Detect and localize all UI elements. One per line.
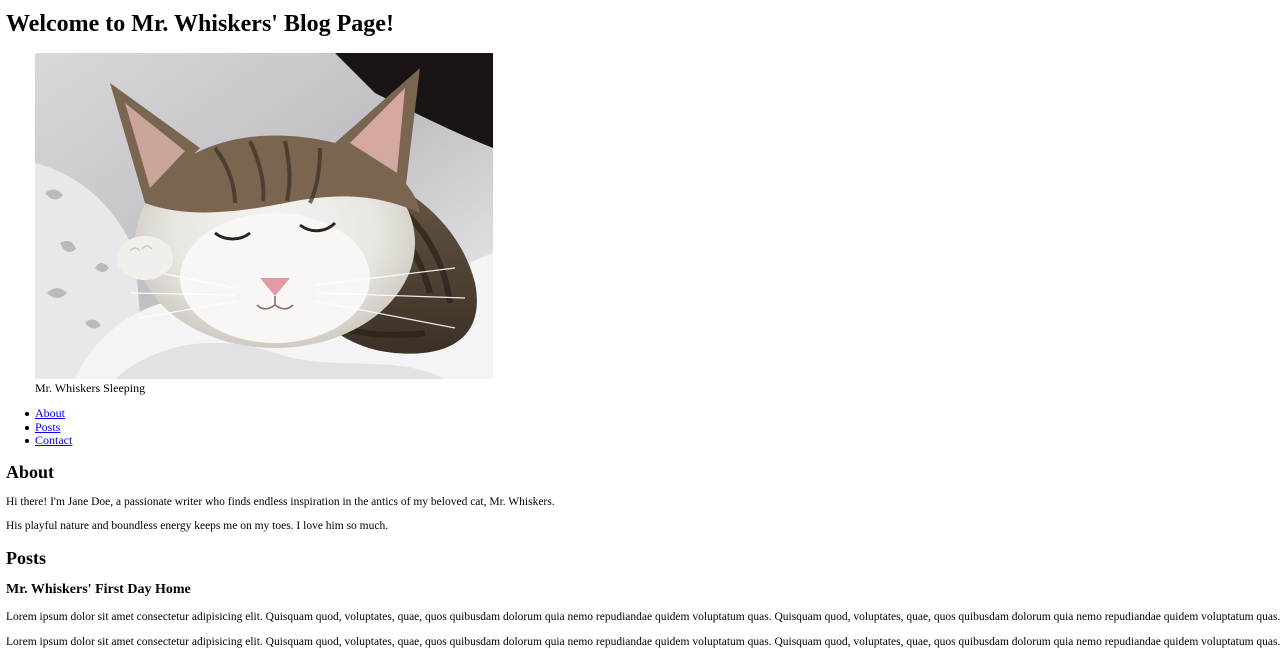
nav-item-about: About (24, 406, 72, 421)
nav-link-about[interactable]: About (35, 406, 65, 420)
nav-list: About Posts Contact (24, 406, 72, 448)
post-title: Mr. Whiskers' First Day Home (6, 582, 191, 597)
about-heading: About (6, 462, 55, 482)
about-paragraph-1: Hi there! I'm Jane Doe, a passionate wri… (6, 496, 555, 508)
blog-page: Welcome to Mr. Whiskers' Blog Page! Mr. … (0, 0, 1280, 652)
page-title: Welcome to Mr. Whiskers' Blog Page! (6, 11, 394, 37)
about-paragraph-2: His playful nature and boundless energy … (6, 520, 389, 532)
nav-item-posts: Posts (24, 420, 72, 435)
image-caption: Mr. Whiskers Sleeping (35, 381, 146, 395)
post-paragraph-2: Lorem ipsum dolor sit amet consectetur a… (6, 636, 1280, 648)
cat-photo (35, 53, 493, 379)
nav-item-contact: Contact (24, 433, 72, 448)
post-paragraph-1: Lorem ipsum dolor sit amet consectetur a… (6, 611, 1280, 623)
posts-heading: Posts (6, 548, 46, 568)
hero-figure: Mr. Whiskers Sleeping (35, 53, 493, 395)
nav-link-posts[interactable]: Posts (35, 420, 60, 434)
nav-link-contact[interactable]: Contact (35, 433, 72, 447)
